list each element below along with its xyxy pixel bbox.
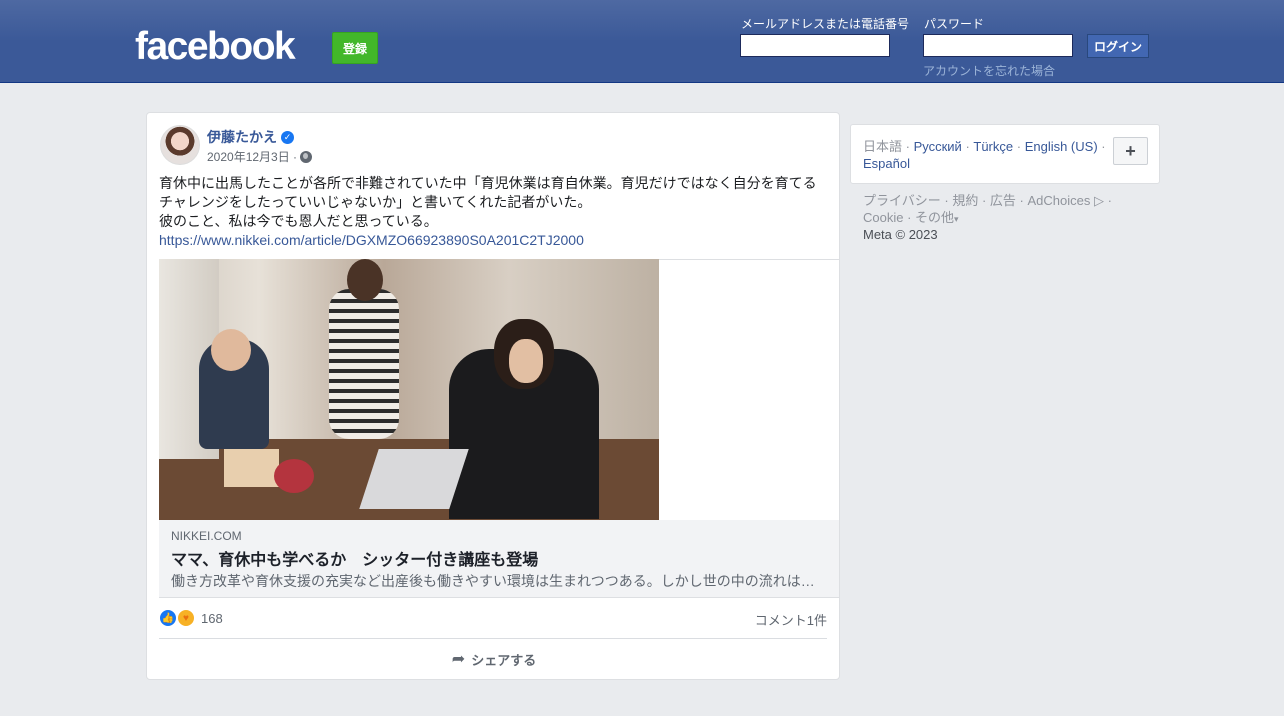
post-text-line: 育休中に出馬したことが各所で非難されていた中「育児休業は育自休業。育児だけではな… xyxy=(159,175,817,191)
share-icon: ➦ xyxy=(451,651,466,668)
standing-woman xyxy=(329,289,399,439)
link-preview-photo[interactable] xyxy=(159,259,659,520)
email-label: メールアドレスまたは電話番号 xyxy=(741,17,910,31)
link-preview[interactable]: NIKKEI.COM ママ、育休中も学べるか シッター付き講座も登場 働き方改革… xyxy=(159,520,839,598)
more-languages-button[interactable]: + xyxy=(1113,137,1148,165)
password-label: パスワード xyxy=(924,17,985,31)
avatar[interactable] xyxy=(160,125,200,165)
reaction-summary[interactable]: 👍 ♥ 168 xyxy=(159,609,223,627)
woman-head xyxy=(347,259,383,301)
language-turkish[interactable]: Türkçe xyxy=(973,139,1013,154)
post-meta: 2020年12月3日 · xyxy=(207,148,313,165)
globe-icon xyxy=(300,150,313,163)
verified-badge-icon: ✓ xyxy=(281,130,294,144)
post-card: 伊藤たかえ ✓ 2020年12月3日 · 育休中に出馬したことが各所で非難されて… xyxy=(146,112,840,680)
link-title[interactable]: ママ、育休中も学べるか シッター付き講座も登場 xyxy=(171,546,538,570)
post-text-line: 彼のこと、私は今でも恩人だと思っている。 xyxy=(159,213,438,229)
footer-links: プライバシー · 規約 · 広告 · AdChoices ▷ · Cookie … xyxy=(863,193,1112,225)
comment-count[interactable]: コメント1件 xyxy=(755,610,827,629)
flower-vase xyxy=(274,459,314,493)
care-reaction-icon: ♥ xyxy=(177,609,195,627)
footer-link-adchoices[interactable]: AdChoices xyxy=(1027,193,1090,208)
author-name[interactable]: 伊藤たかえ xyxy=(207,127,277,147)
adchoices-icon: ▷ xyxy=(1093,193,1104,208)
share-label: シェアする xyxy=(471,652,537,668)
link-domain: NIKKEI.COM xyxy=(171,529,242,543)
tissue-box xyxy=(224,449,279,487)
language-selector: 日本語 · Русский · Türkçe · English (US) · … xyxy=(850,124,1160,184)
footer-link-terms[interactable]: 規約 xyxy=(952,193,978,208)
language-russian[interactable]: Русский xyxy=(914,139,962,154)
like-reaction-icon: 👍 xyxy=(159,609,177,627)
current-language: 日本語 xyxy=(863,139,903,154)
signup-button[interactable]: 登録 xyxy=(332,32,378,64)
caret-down-icon: ▾ xyxy=(954,214,959,224)
footer-link-privacy[interactable]: プライバシー xyxy=(863,193,941,208)
copyright: Meta © 2023 xyxy=(863,227,938,242)
footer-link-cookie[interactable]: Cookie xyxy=(863,210,903,225)
post-text-line: チャレンジをしたっていいじゃないか」と書いてくれた記者がいた。 xyxy=(159,194,592,210)
footer-link-ads[interactable]: 広告 xyxy=(990,193,1016,208)
footer-link-more[interactable]: その他 xyxy=(915,210,954,225)
link-description: 働き方改革や育休支援の充実など出産後も働きやすい環境は生まれつつある。しかし世の… xyxy=(171,573,815,589)
reaction-count[interactable]: 168 xyxy=(201,611,223,626)
language-list: 日本語 · Русский · Türkçe · English (US) · … xyxy=(863,139,1106,171)
action-divider xyxy=(159,638,827,639)
language-english[interactable]: English (US) xyxy=(1025,139,1098,154)
seated-woman-face xyxy=(509,339,543,383)
login-button[interactable]: ログイン xyxy=(1087,34,1149,58)
share-button[interactable]: ➦ シェアする xyxy=(147,649,841,669)
password-field[interactable] xyxy=(923,34,1073,57)
language-spanish[interactable]: Español xyxy=(863,156,910,171)
post-url-link[interactable]: https://www.nikkei.com/article/DGXMZO669… xyxy=(159,231,829,250)
post-author[interactable]: 伊藤たかえ ✓ xyxy=(207,127,294,147)
top-bar: facebook 登録 メールアドレスまたは電話番号 パスワード ログイン アカ… xyxy=(0,0,1284,83)
post-date[interactable]: 2020年12月3日 · xyxy=(207,148,297,165)
child-head xyxy=(211,329,251,371)
email-field[interactable] xyxy=(740,34,890,57)
forgot-account-link[interactable]: アカウントを忘れた場合 xyxy=(923,62,1055,79)
post-body: 育休中に出馬したことが各所で非難されていた中「育児休業は育自休業。育児だけではな… xyxy=(159,174,829,250)
facebook-logo[interactable]: facebook xyxy=(135,24,296,70)
